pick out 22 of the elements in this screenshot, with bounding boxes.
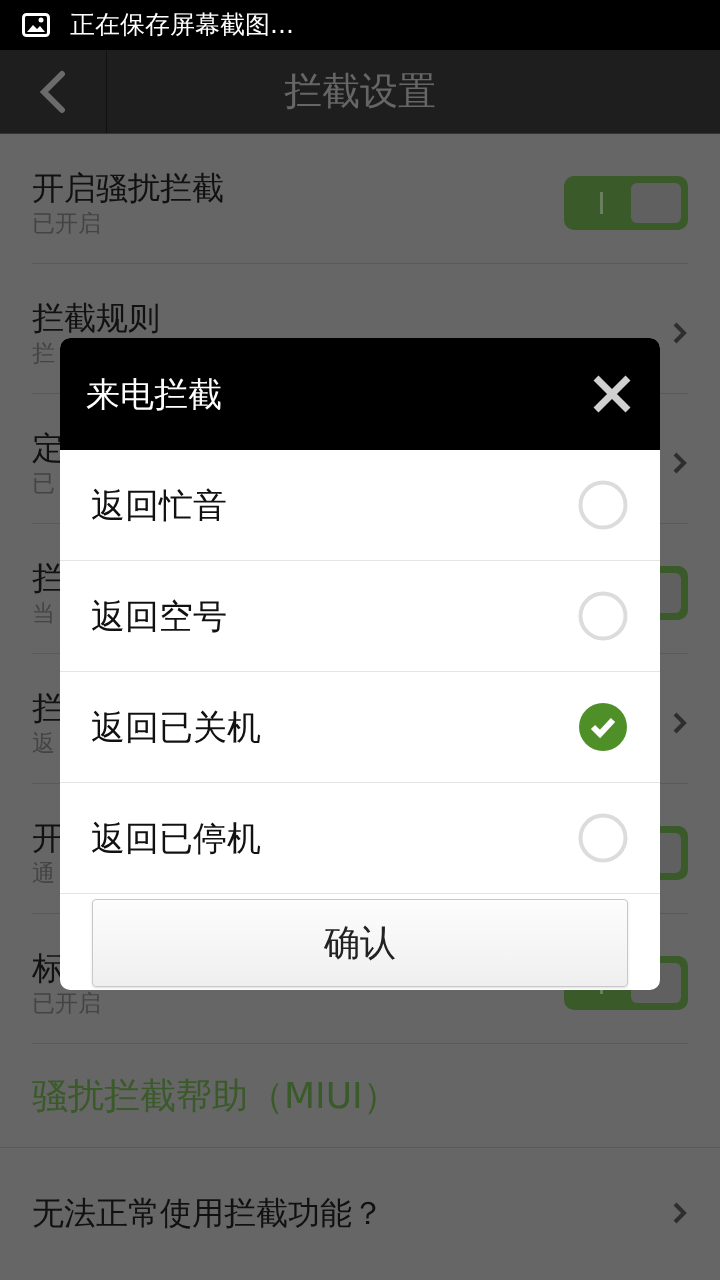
- radio-empty-icon[interactable]: [578, 591, 628, 641]
- toggle-switch[interactable]: [564, 175, 688, 230]
- option-row[interactable]: 返回已停机: [60, 783, 660, 894]
- confirm-button[interactable]: 确认: [92, 899, 628, 987]
- radio-empty-icon[interactable]: [578, 480, 628, 530]
- option-row[interactable]: 返回空号: [60, 561, 660, 672]
- setting-title: 拦截规则: [32, 297, 160, 338]
- setting-title: 开启骚扰拦截: [32, 167, 224, 208]
- chevron-right-icon: [672, 1201, 688, 1225]
- chevron-right-icon: [672, 710, 688, 735]
- radio-empty-icon[interactable]: [578, 813, 628, 863]
- option-row[interactable]: 返回忙音: [60, 450, 660, 561]
- chevron-right-icon: [672, 320, 688, 345]
- setting-title: 标: [32, 947, 65, 988]
- notification-text: 正在保存屏幕截图...: [70, 9, 294, 42]
- dialog-title: 来电拦截: [86, 372, 222, 416]
- chevron-right-icon: [672, 450, 688, 475]
- option-row[interactable]: 返回已关机: [60, 672, 660, 783]
- page-title: 拦截设置: [284, 68, 436, 115]
- image-icon: [22, 13, 50, 37]
- radio-checked-icon[interactable]: [578, 702, 628, 752]
- section-header: 骚扰拦截帮助（MIUI）: [32, 1073, 399, 1118]
